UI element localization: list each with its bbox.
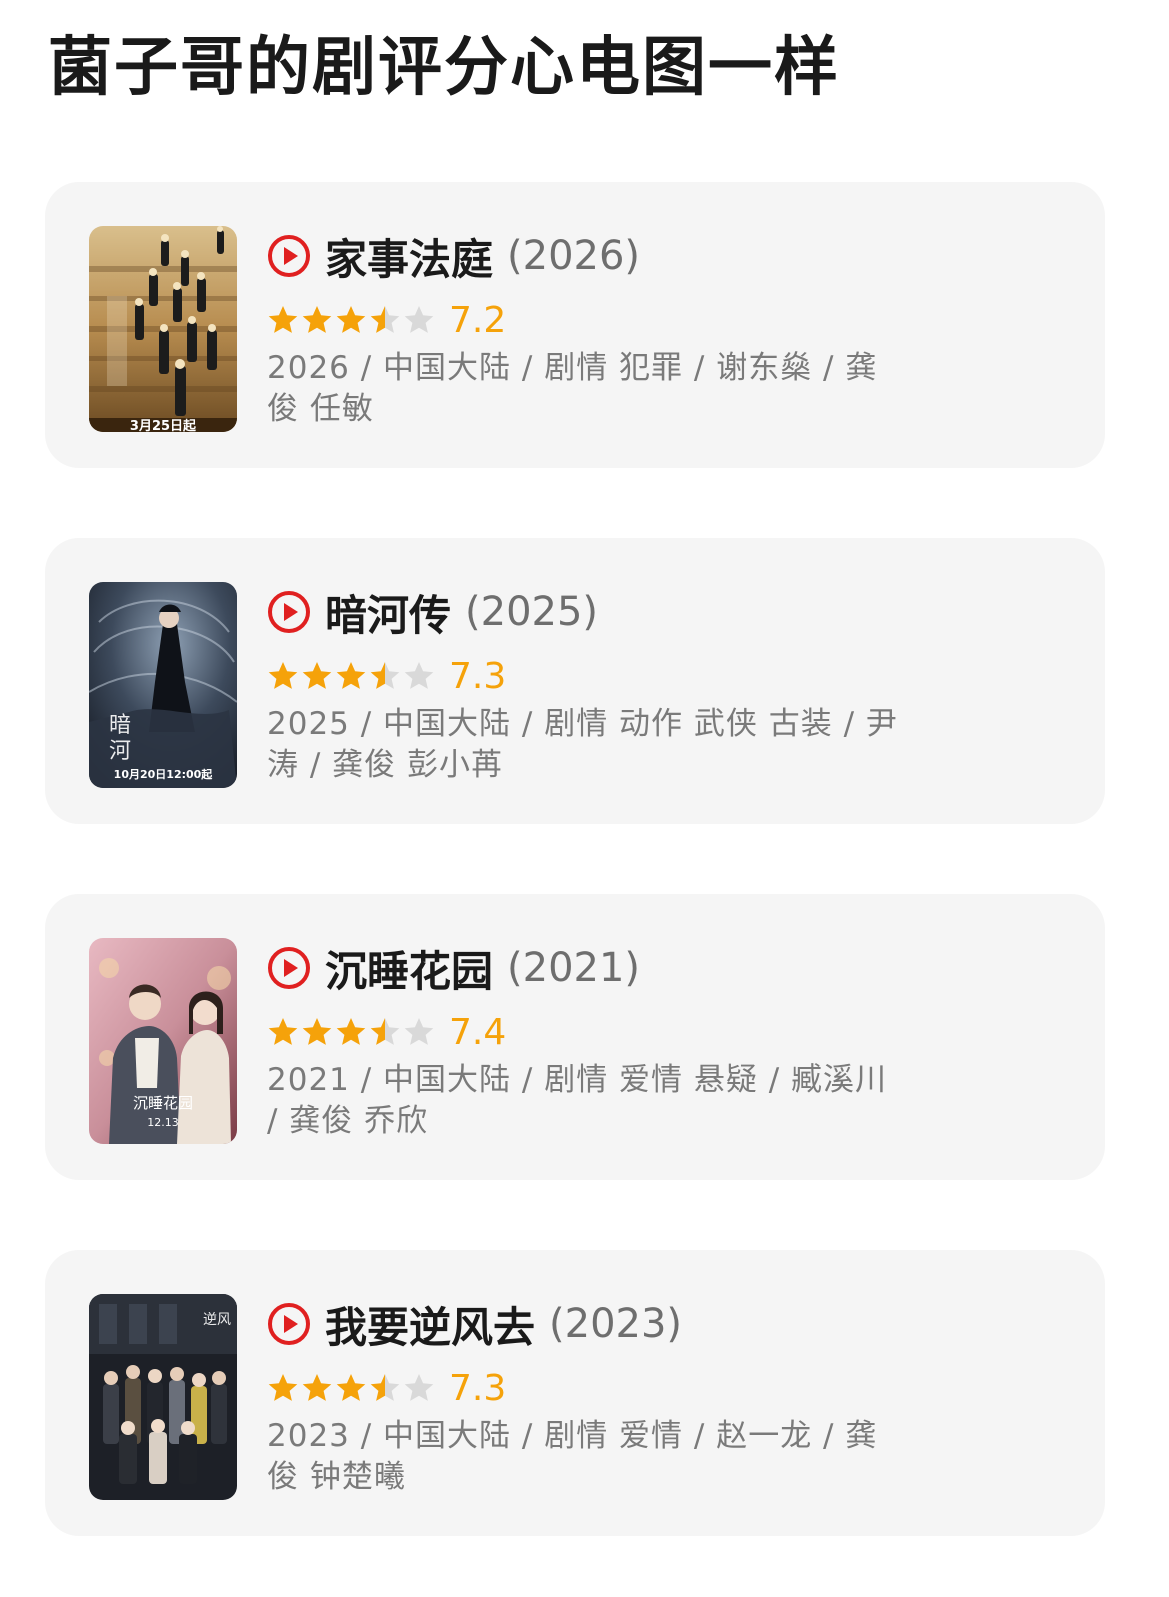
page-title: 菌子哥的剧评分心电图一样: [48, 31, 840, 105]
play-icon[interactable]: [267, 590, 311, 634]
star-rating: [267, 1016, 437, 1048]
star-full-icon: [336, 306, 366, 333]
svg-text:河: 河: [109, 739, 131, 764]
rating: 7.2: [267, 298, 506, 342]
rating-score: 7.4: [449, 1011, 507, 1053]
star-half-icon: [370, 662, 400, 689]
star-half-icon: [370, 1018, 400, 1045]
drama-title[interactable]: 家事法庭: [325, 226, 493, 287]
poster-image[interactable]: 暗 河 10月20日12:00起: [89, 582, 237, 788]
poster-image[interactable]: 沉睡花园 12.13: [89, 938, 237, 1144]
rating-score: 7.2: [449, 299, 507, 341]
svg-text:沉睡花园: 沉睡花园: [133, 1094, 193, 1112]
star-empty-icon: [404, 1018, 434, 1045]
drama-meta: 2025 / 中国大陆 / 剧情 动作 武侠 古装 / 尹涛 / 龚俊 彭小苒: [267, 706, 898, 783]
star-empty-icon: [404, 662, 434, 689]
poster-caption: 10月20日12:00起: [114, 767, 214, 781]
poster-sleeping-garden: 沉睡花园 12.13: [89, 938, 237, 1144]
poster-against-wind: 逆风: [89, 1294, 237, 1500]
star-full-icon: [336, 1374, 366, 1401]
drama-meta: 2021 / 中国大陆 / 剧情 爱情 悬疑 / 臧溪川 / 龚俊 乔欣: [267, 1062, 888, 1139]
play-icon[interactable]: [267, 234, 311, 278]
drama-year: (2025): [465, 589, 599, 635]
drama-card[interactable]: 沉睡花园 12.13 沉睡花园 (2021) 7.4 2021 / 中国大陆 /…: [45, 894, 1105, 1180]
rating-score: 7.3: [449, 655, 507, 697]
star-full-icon: [302, 306, 332, 333]
drama-title[interactable]: 沉睡花园: [325, 938, 493, 999]
drama-card[interactable]: 逆风 我要逆风去 (2023) 7.3 2023 / 中国大陆 / 剧情 爱情 …: [45, 1250, 1105, 1536]
rating: 7.4: [267, 1010, 506, 1054]
star-rating: [267, 304, 437, 336]
star-half-icon: [370, 306, 400, 333]
drama-year: (2023): [549, 1301, 683, 1347]
drama-meta: 2023 / 中国大陆 / 剧情 爱情 / 赵一龙 / 龚俊 钟楚曦: [267, 1418, 878, 1495]
drama-year: (2026): [507, 233, 641, 279]
poster-dark-river: 暗 河 10月20日12:00起: [89, 582, 237, 788]
star-rating: [267, 660, 437, 692]
drama-card[interactable]: 3月25日起 家事法庭 (2026) 7.2 2026 / 中国大陆 / 剧情 …: [45, 182, 1105, 468]
poster-caption: 3月25日起: [130, 418, 197, 432]
rating: 7.3: [267, 1366, 506, 1410]
play-icon[interactable]: [267, 946, 311, 990]
star-half-icon: [370, 1374, 400, 1401]
drama-card[interactable]: 暗 河 10月20日12:00起 暗河传 (2025) 7.3 2025 / 中…: [45, 538, 1105, 824]
star-full-icon: [268, 1374, 298, 1401]
star-full-icon: [302, 1018, 332, 1045]
poster-image[interactable]: 逆风: [89, 1294, 237, 1500]
play-icon[interactable]: [267, 1302, 311, 1346]
star-full-icon: [268, 306, 298, 333]
star-full-icon: [336, 1018, 366, 1045]
drama-title[interactable]: 暗河传: [325, 582, 451, 643]
star-empty-icon: [404, 306, 434, 333]
drama-meta: 2026 / 中国大陆 / 剧情 犯罪 / 谢东燊 / 龚俊 任敏: [267, 350, 878, 427]
star-full-icon: [302, 1374, 332, 1401]
rating: 7.3: [267, 654, 506, 698]
drama-year: (2021): [507, 945, 641, 991]
star-empty-icon: [404, 1374, 434, 1401]
star-full-icon: [268, 1018, 298, 1045]
svg-text:暗: 暗: [109, 713, 131, 738]
svg-text:逆风: 逆风: [203, 1312, 231, 1328]
star-full-icon: [268, 662, 298, 689]
poster-family-court: 3月25日起: [89, 226, 237, 432]
rating-score: 7.3: [449, 1367, 507, 1409]
poster-caption: 12.13: [147, 1116, 179, 1129]
drama-title[interactable]: 我要逆风去: [325, 1294, 535, 1355]
poster-image[interactable]: 3月25日起: [89, 226, 237, 432]
star-rating: [267, 1372, 437, 1404]
star-full-icon: [336, 662, 366, 689]
star-full-icon: [302, 662, 332, 689]
